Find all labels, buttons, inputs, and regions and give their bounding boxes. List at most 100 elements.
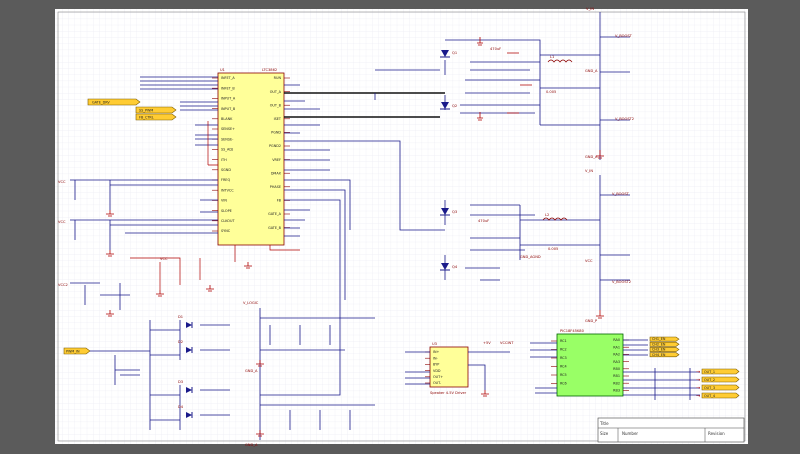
rail-gnd-a-agnd: GND_AGND (520, 255, 541, 259)
d3-label: D3 (178, 380, 183, 384)
rail-v-boost2-top: V_BOOST2 (615, 117, 634, 121)
net-flag-label: OUT_3 (704, 386, 715, 390)
speaker-ic-part: Speaker 4.5V Driver (430, 391, 467, 395)
rail-vin-top: V_IN (586, 7, 594, 11)
q2-label: Q2 (452, 104, 457, 108)
title-block-revision: Revision (708, 431, 725, 436)
main-ic-left-pin-label: ITH (221, 158, 227, 162)
signal-arrow-icon: → (696, 370, 700, 376)
main-ic-right-pin-label: RUN (274, 76, 282, 80)
l1-label: L1 (550, 55, 554, 59)
signal-arrow-icon: → (696, 394, 700, 400)
mcu-left-pin-label: RC5 (560, 373, 567, 377)
mcu-left-pin-label: RC3 (560, 356, 567, 360)
main-ic-right-pin-label: OUT_A (270, 90, 282, 94)
main-ic-right-pin-label: ISET (274, 117, 282, 121)
mcu-left-pin-label: RC4 (560, 365, 567, 369)
q1-label: Q1 (452, 51, 457, 55)
mcu-right-pin-label: RA2 (613, 353, 620, 357)
main-ic-left-pin-label: INTVCC (221, 188, 234, 192)
main-ic-left-pin-label: VIN (221, 199, 227, 203)
main-ic-right-pin-label: GATE_A (268, 212, 282, 216)
net-flag-label: CH1_EN (652, 337, 666, 341)
d4-label: D4 (178, 405, 184, 409)
rail-vcc-mid: VCC (160, 257, 168, 261)
speaker-ic-pin-label: VDD (433, 369, 441, 373)
rail-vccint: VCCINT (500, 341, 514, 345)
main-ic-right-pin-label: PGND2 (269, 144, 281, 148)
main-ic-right-pin-label: DMAX (271, 171, 282, 175)
mcu-right-pin-label: RB0 (613, 367, 620, 371)
l2-label: L2 (545, 213, 549, 217)
schematic-sheet: U1 LTC3862 INFET_A INFET_B INPUT_A INPUT_B B… (55, 7, 748, 447)
main-ic-left-pin-label: BLANK (221, 117, 233, 121)
q4-label: Q4 (452, 265, 458, 269)
net-flag-gate-drv[interactable]: GATE_DRV (92, 101, 110, 105)
main-ic-left-pin-label: INFET_A (221, 76, 235, 80)
net-flag-label: CH2_EN (652, 342, 666, 346)
main-ic-left-pin-label: CLKOUT (221, 219, 235, 223)
mcu-right-pin-label: RA3 (613, 360, 620, 364)
main-ic-left-pin-label: INPUT_A (221, 97, 236, 101)
rail-vcc-left-1: VCC (58, 180, 66, 184)
rail-gnd-a-4: GND_A (245, 443, 258, 447)
r-sense2-label: 0.005 (548, 247, 558, 251)
main-ic-part: LTC3862 (262, 68, 277, 72)
rail-v-boost-top: V_BOOST (615, 34, 633, 38)
signal-arrow-icon: → (696, 386, 700, 392)
rail-gnd-p: GND_P (585, 319, 598, 323)
mcu-part: PIC18F45K80 (560, 329, 585, 333)
d2-label: D2 (178, 340, 183, 344)
schematic-viewer: U1 LTC3862 INFET_A INFET_B INPUT_A INPUT_B B… (0, 0, 800, 454)
main-ic-right-pin-label: PGND (271, 131, 281, 135)
rail-v-boost-bottom: V_BOOST (612, 192, 630, 196)
rail-gnd-a-3: GND_A (245, 369, 258, 373)
main-ic-left-pin-label: SLOPE (221, 209, 232, 213)
speaker-ic-ref: U3 (432, 342, 437, 346)
rail-gnd-a-1: GND_A (585, 69, 598, 73)
mcu-right-pin-label: RB2 (613, 381, 620, 385)
net-flag-label: CH4_EN (652, 353, 666, 357)
mcu-left-pin-label: RC1 (560, 339, 567, 343)
main-ic-left-pin-label: INFET_B (221, 86, 235, 90)
main-ic-left-pin-label: SS_ADJ (221, 148, 233, 152)
mcu-left-pin-label: RC2 (560, 348, 567, 352)
main-ic-left-pin-label: SGND (221, 168, 231, 172)
mcu-left-pin-label: RC6 (560, 382, 567, 386)
speaker-ic-pin-label: IN- (433, 356, 439, 360)
speaker-ic-pin-label: OUT+ (433, 375, 443, 379)
rail-vcc-left-2: VCC (58, 220, 66, 224)
net-flag-pwm-in[interactable]: PWM_IN (66, 350, 80, 354)
main-ic-right-pin-label: FB (277, 199, 282, 203)
speaker-ic-pin-label: OUT- (433, 381, 442, 385)
main-ic-right-pin-label: VREF (272, 158, 281, 162)
c-out1-label: 470uF (490, 47, 501, 51)
rail-vcc-left-3: VCC2 (58, 283, 68, 287)
speaker-ic-pin-label: BYP (433, 363, 439, 367)
main-ic-left-pin-label: SENSE+ (221, 127, 235, 131)
title-block: Title Size Number Revision (597, 417, 745, 443)
rail-v-boost2-bottom: V_BOOST2 (612, 280, 631, 284)
rail-v-logic-1: V_LOGIC (243, 301, 259, 305)
rail-vin-bottom: V_IN (585, 169, 593, 173)
speaker-ic-pin-label: IN+ (433, 350, 440, 354)
net-flag-ss-pwm[interactable]: SS_PWM (139, 109, 153, 113)
r-sense1-label: 0.005 (546, 90, 556, 94)
rail-5v: +5V (483, 341, 491, 345)
main-ic-right-pin-label: GATE_B (268, 226, 282, 230)
net-flag-label: OUT_1 (704, 370, 715, 374)
net-flag-fb-ctrl[interactable]: FB_CTRL (139, 116, 154, 120)
main-ic-left-pin-label: SENSE- (221, 137, 234, 141)
mcu-right-pin-label: RB3 (613, 389, 620, 393)
main-ic-left-pin-label: INPUT_B (221, 107, 236, 111)
main-ic-right-pin-label: PHASE (270, 185, 281, 189)
net-flag-label: OUT_4 (704, 394, 715, 398)
q3-label: Q3 (452, 210, 457, 214)
main-ic-ref: U1 (220, 68, 225, 72)
rail-vcc-right: VCC (585, 259, 593, 263)
main-ic-right-pin-label: OUT_B (270, 103, 282, 107)
title-block-size: Size (600, 431, 609, 436)
signal-arrow-icon: → (696, 378, 700, 384)
net-flag-label: CH3_EN (652, 348, 666, 352)
net-flag-label: OUT_2 (704, 378, 715, 382)
